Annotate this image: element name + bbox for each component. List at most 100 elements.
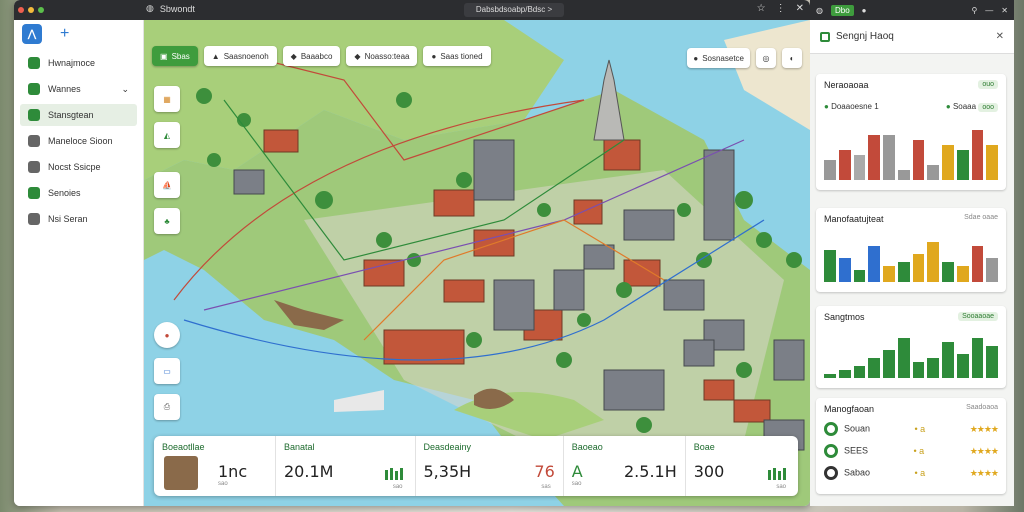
star-icon[interactable]: ☆ <box>757 3 766 14</box>
chart-card-3[interactable]: Sangtmos Sooaaoae <box>816 306 1006 388</box>
sidebar-item-3[interactable]: Maneloce Sioon <box>20 130 137 152</box>
chart-bar <box>956 354 969 378</box>
bar-chart-2 <box>824 242 998 282</box>
add-icon[interactable]: + <box>60 25 69 43</box>
map-view[interactable]: ▣ Sbas ▲ Saasnoenoh ◆ Baaabco ◆ Noasso:teaa … <box>144 20 810 506</box>
target-icon: ◎ <box>762 53 770 63</box>
chart-icon: ▦ <box>163 94 171 104</box>
compass-icon: ◐ <box>789 53 795 63</box>
bar-tool-button[interactable]: ▦ <box>154 86 180 112</box>
analytics-panel: ◍ Dbo ● ⚲ — ✕ Sengnj Haoq ✕ Neraoaoaa ou… <box>810 0 1014 506</box>
print-icon: ⎙ <box>163 402 171 411</box>
stat-card[interactable]: Baoeao A 2.5.1H sao <box>564 436 686 496</box>
minimize-dot-icon[interactable] <box>28 7 34 13</box>
chip-filter-1[interactable]: ▲ Saasnoenoh <box>203 46 277 66</box>
sidebar-item-label: Nsi Seran <box>48 214 88 224</box>
fullscreen-button[interactable]: ◎ <box>756 48 776 68</box>
layers-icon: ▣ <box>160 51 168 61</box>
stat-card[interactable]: Banatal 20.1M sao <box>276 436 416 496</box>
rating-dot: • a <box>914 424 926 434</box>
avatar-icon: ● <box>164 330 170 340</box>
sidebar-item-5[interactable]: Senoies <box>20 182 137 204</box>
radio-icon[interactable]: ● <box>946 102 951 111</box>
pin-icon[interactable]: ⚲ <box>971 6 977 15</box>
sidebar-item-4[interactable]: Nocst Ssicpe <box>20 156 137 178</box>
panel-toolbar: ◍ Dbo ● ⚲ — ✕ <box>810 0 1014 20</box>
check-icon <box>28 83 40 95</box>
close-icon[interactable]: ✕ <box>796 3 804 14</box>
area-tool-button[interactable]: ◭ <box>154 122 180 148</box>
city-map[interactable] <box>144 20 810 506</box>
stat-card[interactable]: Boae 300 sao <box>686 436 798 496</box>
sidebar-item-0[interactable]: Hwnajmoce <box>20 52 137 74</box>
rating-row[interactable]: Sabao • a ★★★★ <box>824 466 999 480</box>
info-icon <box>28 135 40 147</box>
sidebar-item-label: Wannes <box>48 84 81 94</box>
bus-icon: ▭ <box>163 366 171 376</box>
rating-dot: • a <box>914 468 926 478</box>
stat-card[interactable]: Deasdeainy 5,35H 76 sas <box>416 436 564 496</box>
sidebar-item-1[interactable]: Wannes ⌄ <box>20 78 137 100</box>
tree-tool-button[interactable]: ♣ <box>154 208 180 234</box>
rating-icon <box>824 466 838 480</box>
route-icon: ◆ <box>354 51 361 61</box>
chart-bar <box>853 366 866 378</box>
leaf-icon <box>28 187 40 199</box>
settings-icon <box>28 161 40 173</box>
building-thumbnail <box>164 456 198 490</box>
user-button[interactable]: ● <box>154 322 180 348</box>
chip-layers[interactable]: ▣ Sbas <box>152 46 198 66</box>
rating-row[interactable]: SEES • a ★★★★ <box>824 444 999 458</box>
maximize-dot-icon[interactable] <box>38 7 44 13</box>
rating-label: SEES <box>844 445 869 456</box>
chart-bar <box>883 350 895 378</box>
panel-tab[interactable]: Dbo <box>830 4 854 16</box>
bus-tool-button[interactable]: ▭ <box>154 358 180 384</box>
stat-card[interactable]: Boeaotllae 1nc sao <box>154 436 276 496</box>
address-bar[interactable]: Dabsbdsoabp/Bdsc > <box>464 3 564 17</box>
chart-bar <box>971 338 984 378</box>
boat-tool-button[interactable]: ⛵ <box>154 172 180 198</box>
chart-bar <box>824 374 836 378</box>
chart-bar <box>853 155 866 180</box>
rating-row[interactable]: Souan • a ★★★★ <box>824 422 999 436</box>
chip-filter-4[interactable]: ● Saas tioned <box>423 46 491 66</box>
chart-bar <box>942 145 954 180</box>
rating-stars: ★★★★ <box>969 467 999 478</box>
panel-icon <box>820 31 830 42</box>
ratings-card[interactable]: Manogfaoan Saadoaoa Souan • a ★★★★ SEES • a ★… <box>816 398 1006 494</box>
rating-label: Sabao <box>844 467 871 478</box>
info-icon[interactable]: ● <box>862 6 867 15</box>
minimize-icon[interactable]: — <box>985 6 993 15</box>
chevron-down-icon[interactable]: ⌄ <box>121 84 129 95</box>
browser-tab[interactable]: ◍ Sbwondt <box>146 3 195 14</box>
chart-bar <box>986 145 998 180</box>
chart-bar <box>956 150 969 180</box>
chart-bar <box>971 130 984 180</box>
chart-bar <box>868 246 880 282</box>
print-tool-button[interactable]: ⎙ <box>154 394 180 420</box>
panel-close-icon[interactable]: ✕ <box>996 31 1004 42</box>
chip-filter-3[interactable]: ◆ Noasso:teaa <box>346 46 418 66</box>
radio-icon[interactable]: ● <box>824 102 829 111</box>
rating-stars: ★★★★ <box>969 445 999 456</box>
close-dot-icon[interactable] <box>18 7 24 13</box>
circle-icon <box>28 213 40 225</box>
chart-bar <box>838 150 851 180</box>
circle-icon[interactable]: ◍ <box>816 6 823 15</box>
tag-icon: ◆ <box>290 51 297 61</box>
sidebar-item-2[interactable]: Stansgtean <box>20 104 137 126</box>
close-icon[interactable]: ✕ <box>1001 6 1008 15</box>
boat-icon: ⛵ <box>162 180 172 190</box>
chart-card-2[interactable]: Manofaatujteat Sdae oaae <box>816 208 1006 292</box>
map-settings-button[interactable]: ● Sosnasetce <box>687 48 750 68</box>
sidebar-item-6[interactable]: Nsi Seran <box>20 208 137 230</box>
terrain-icon: ◭ <box>163 130 171 140</box>
sidebar-item-label: Maneloce Sioon <box>48 136 113 146</box>
chart-card-1[interactable]: Neraoaoaa ouo ● Doaaoesne 1 ● Soaaa ooo <box>816 74 1006 190</box>
menu-icon[interactable]: ⋮ <box>776 3 786 14</box>
sidebar-item-label: Senoies <box>48 188 81 198</box>
zoom-button[interactable]: ◐ <box>782 48 802 68</box>
chip-filter-2[interactable]: ◆ Baaabco <box>282 46 341 66</box>
rating-label: Souan <box>844 423 871 434</box>
